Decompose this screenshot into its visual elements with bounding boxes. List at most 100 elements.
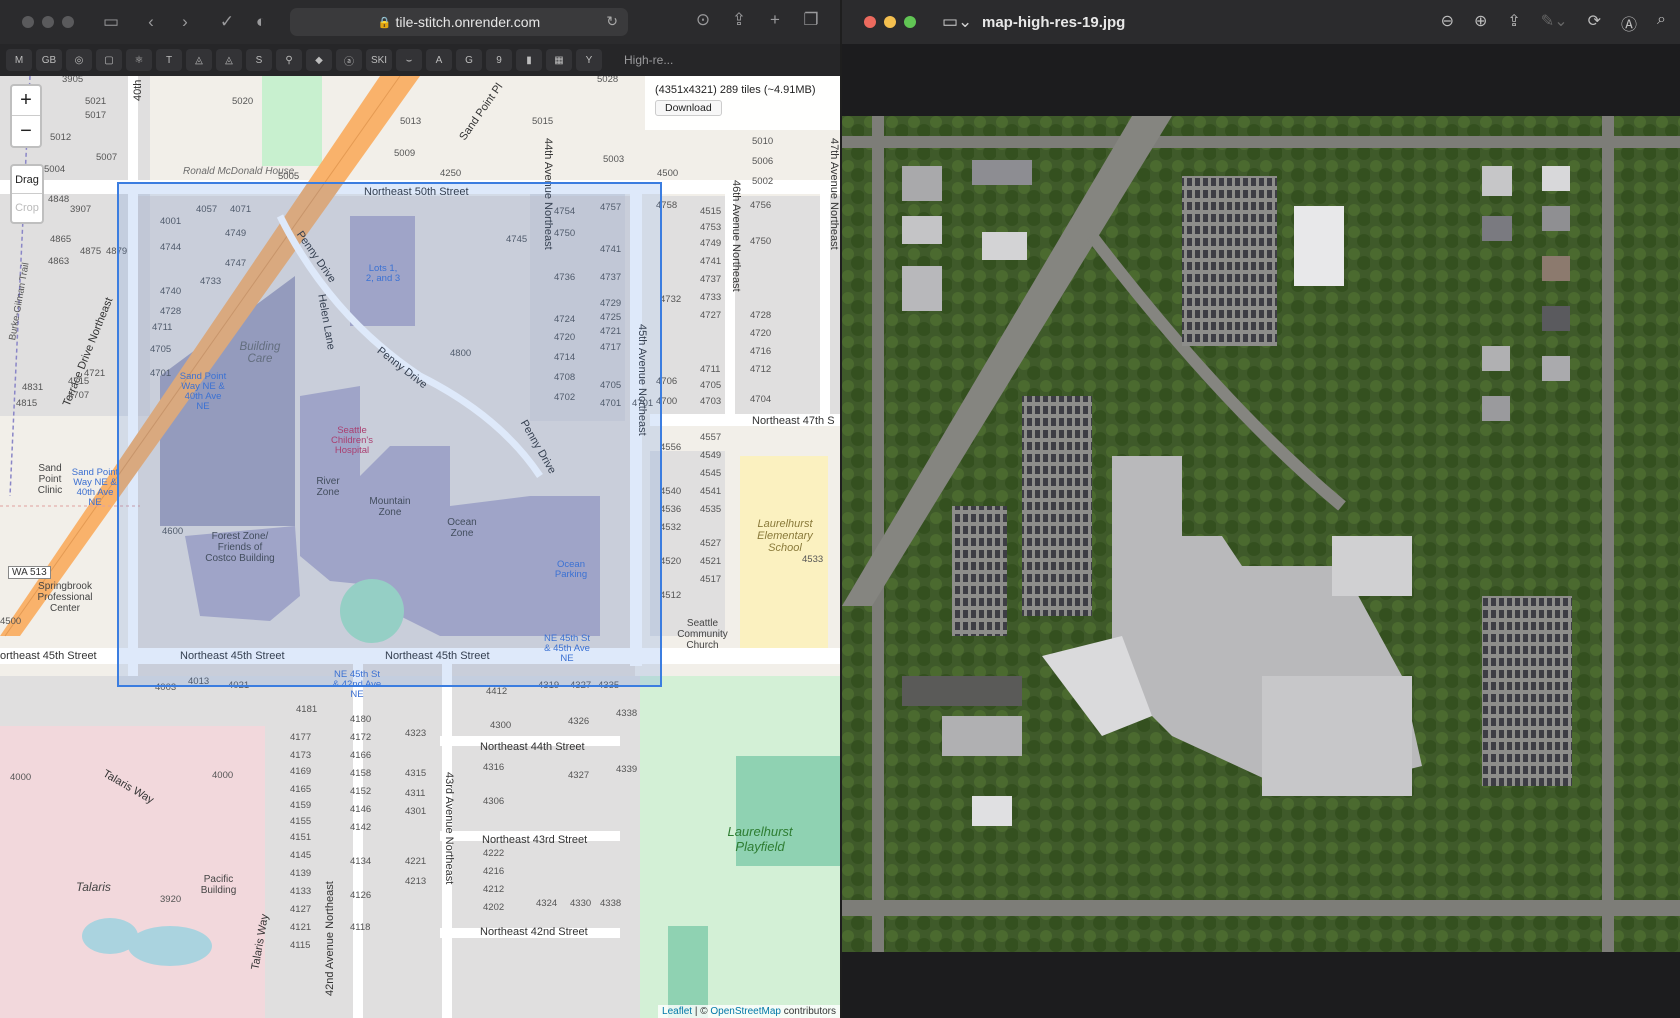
zoom-out-button[interactable]: − [12,116,40,146]
house-number: 4703 [700,396,722,407]
address-bar[interactable]: 🔒 tile-stitch.onrender.com ↻ [290,8,628,36]
extension-v-icon[interactable]: ✓ [214,12,240,32]
reload-icon[interactable]: ↻ [606,13,618,30]
favorite-3[interactable]: ◎ [66,49,92,71]
place-sand-point-clinic: Sand Point Clinic [37,463,63,496]
street-ne-43rd: Northeast 43rd Street [482,834,588,846]
route-shield-wa513: WA 513 [8,566,51,579]
house-number: 4815 [16,398,38,409]
tab-high-res[interactable]: High-re... [624,53,673,67]
forward-icon[interactable]: › [172,12,198,32]
house-number: 5028 [597,76,619,85]
preview-window: ▭⌄ map-high-res-19.jpg ⊖ ⊕ ⇪ ✎⌄ ⟳ Ⓐ ⌕ [842,0,1680,1018]
drag-mode-button[interactable]: Drag [12,166,42,194]
desktop: ▭ ‹ › ✓ ◐ 🔒 tile-stitch.onrender.com ↻ ⊙… [0,0,1680,1018]
zoom-in-button[interactable]: + [12,86,40,116]
house-number: 4145 [290,850,312,861]
shield-icon[interactable]: ◐ [248,12,274,32]
new-tab-icon[interactable]: + [762,10,788,30]
share-icon[interactable]: ⇪ [1507,11,1520,35]
house-number: 4500 [0,616,22,627]
favorite-ski[interactable]: SKI [366,49,392,71]
house-number: 5005 [278,171,300,182]
house-number: 5003 [603,154,625,165]
favorite-4[interactable]: ▢ [96,49,122,71]
house-number: 4737 [700,274,722,285]
house-number: 4213 [405,876,427,887]
window-controls[interactable] [22,16,74,28]
close-button[interactable] [22,16,34,28]
tabs-overview-icon[interactable]: ❐ [798,10,824,30]
house-number: 4115 [290,940,311,951]
attribution-tail: contributors [780,1006,836,1017]
favorite-gmail[interactable]: M [6,49,32,71]
leaflet-link[interactable]: Leaflet [662,1006,692,1017]
accessibility-icon[interactable]: Ⓐ [1621,11,1637,35]
house-number: 4515 [700,206,722,217]
favorite-g[interactable]: G [456,49,482,71]
favorite-19[interactable]: ▦ [546,49,572,71]
markup-icon[interactable]: ✎⌄ [1541,11,1568,35]
favorite-y[interactable]: Y [576,49,602,71]
favorite-a-circle[interactable]: ⓐ [336,49,362,71]
favorite-pin[interactable]: ⚲ [276,49,302,71]
house-number: 4863 [48,256,70,267]
house-number: 3907 [70,204,92,215]
back-icon[interactable]: ‹ [138,12,164,32]
zoom-in-icon[interactable]: ⊕ [1474,11,1487,35]
house-number: 4222 [483,848,505,859]
house-number: 4330 [570,898,592,909]
house-number: 5004 [44,164,66,175]
favorite-11[interactable]: ◆ [306,49,332,71]
favorite-14[interactable]: ⌣ [396,49,422,71]
house-number: 4151 [290,832,312,843]
favorite-a[interactable]: A [426,49,452,71]
safari-window: ▭ ‹ › ✓ ◐ 🔒 tile-stitch.onrender.com ↻ ⊙… [0,0,840,1018]
house-number: 4177 [290,732,312,743]
share-icon[interactable]: ⇪ [726,10,752,30]
crop-selection-rectangle[interactable] [117,182,662,687]
rotate-icon[interactable]: ⟳ [1588,11,1601,35]
house-number: 3920 [160,894,182,905]
house-number: 4541 [700,486,722,497]
map-view[interactable]: Northeast 50th Street Northeast 47th S N… [0,76,840,1018]
favorite-chart[interactable]: ▮ [516,49,542,71]
window-controls[interactable] [864,16,916,28]
house-number: 4323 [405,728,427,739]
favorite-gb[interactable]: GB [36,49,62,71]
favorite-7[interactable]: ◬ [186,49,212,71]
download-icon[interactable]: ⊙ [690,10,716,30]
house-number: 4306 [483,796,505,807]
favorite-9[interactable]: 9 [486,49,512,71]
house-number: 4716 [750,346,772,357]
favorite-s[interactable]: S [246,49,272,71]
house-number: 4545 [700,468,722,479]
favorite-react[interactable]: ⚛ [126,49,152,71]
zoom-out-icon[interactable]: ⊖ [1441,11,1454,35]
minimize-button[interactable] [884,16,896,28]
street-42nd-ave: 42nd Avenue Northeast [324,881,336,996]
zoom-button[interactable] [62,16,74,28]
house-number: 4155 [290,816,312,827]
search-icon[interactable]: ⌕ [1657,11,1666,35]
osm-link[interactable]: OpenStreetMap [710,1006,781,1017]
house-number: 4311 [405,788,426,799]
place-ronald-mcdonald: Ronald McDonald House [183,166,295,177]
download-button[interactable]: Download [655,100,722,116]
house-number: 4146 [350,804,372,815]
favorite-8[interactable]: ◬ [216,49,242,71]
house-number: 4517 [700,574,722,585]
favorite-t[interactable]: T [156,49,182,71]
sidebar-icon[interactable]: ▭⌄ [942,12,972,32]
house-number: 5007 [96,152,118,163]
sidebar-icon[interactable]: ▭ [98,12,124,32]
house-number: 4173 [290,750,312,761]
crop-mode-button[interactable]: Crop [12,194,42,222]
house-number: 4733 [700,292,722,303]
minimize-button[interactable] [42,16,54,28]
close-button[interactable] [864,16,876,28]
street-ne-47th: Northeast 47th S [752,415,835,427]
zoom-button[interactable] [904,16,916,28]
export-info-panel: (4351x4321) 289 tiles (~4.91MB) Download [645,76,840,130]
house-number: 4549 [700,450,722,461]
